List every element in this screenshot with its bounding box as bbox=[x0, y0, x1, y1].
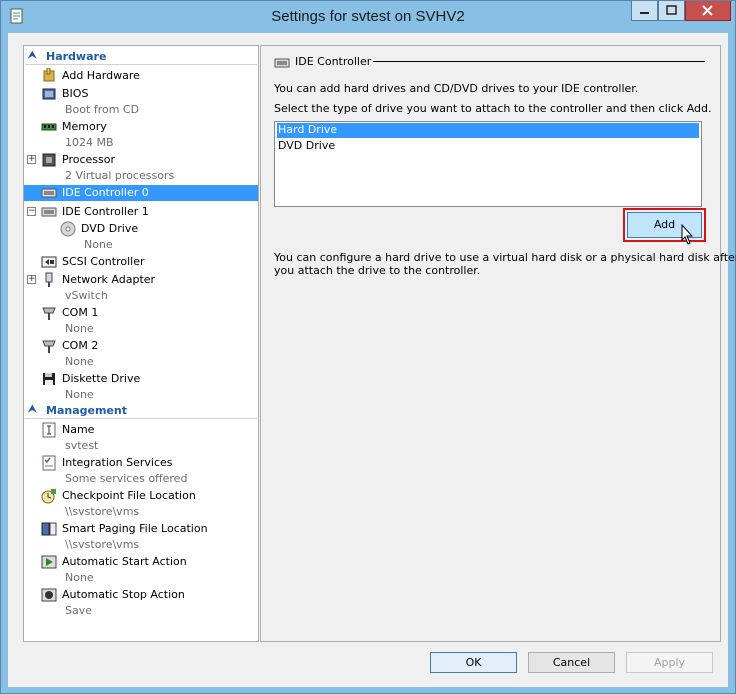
memory-value: 1024 MB bbox=[65, 136, 114, 149]
settings-tree[interactable]: ⮝ Hardware Add Hardware BIOS Boot from C… bbox=[23, 45, 259, 642]
memory-module-icon bbox=[41, 123, 57, 131]
list-item-dvd-drive[interactable]: DVD Drive bbox=[277, 139, 699, 154]
com-port-icon bbox=[42, 340, 56, 353]
smart-paging-file-location-value: \\svstore\vms bbox=[65, 538, 140, 551]
expand-plus-icon[interactable]: + bbox=[27, 155, 36, 164]
dialog-client-area: ⮝ Hardware Add Hardware BIOS Boot from C… bbox=[8, 33, 736, 687]
dvd-disc-icon bbox=[60, 221, 76, 237]
group-divider bbox=[373, 61, 705, 62]
automatic-start-action-value: None bbox=[65, 571, 94, 584]
bios-value: Boot from CD bbox=[65, 103, 140, 116]
close-icon bbox=[702, 5, 713, 16]
tree-item-com2[interactable]: COM 2 bbox=[24, 338, 258, 354]
scsi-controller-icon bbox=[41, 256, 57, 268]
tree-item-ide-controller-1[interactable]: − IDE Controller 1 bbox=[24, 204, 258, 220]
tree-item-automatic-stop-action[interactable]: Automatic Stop Action bbox=[24, 587, 258, 603]
ide-controller-icon bbox=[41, 188, 57, 198]
ide-controller-panel: IDE Controller You can add hard drives a… bbox=[260, 45, 736, 642]
minimize-button[interactable] bbox=[631, 1, 658, 21]
title-bar[interactable]: Settings for svtest on SVHV2 bbox=[1, 1, 735, 33]
tree-item-automatic-start-action[interactable]: Automatic Start Action bbox=[24, 554, 258, 570]
management-section-header[interactable]: ⮝ Management bbox=[25, 404, 257, 419]
automatic-stop-action-value: Save bbox=[65, 604, 93, 617]
network-adapter-value: vSwitch bbox=[65, 289, 108, 302]
processor-value: 2 Virtual processors bbox=[65, 169, 175, 182]
com-port-icon bbox=[42, 307, 56, 320]
maximize-icon bbox=[666, 5, 677, 15]
network-adapter-icon bbox=[45, 272, 53, 287]
settings-window: Settings for svtest on SVHV2 ⮝ Hardware … bbox=[0, 0, 736, 694]
apply-button[interactable]: Apply bbox=[626, 652, 713, 673]
note-line-2: you attach the drive to the controller. bbox=[274, 264, 481, 277]
diskette-icon bbox=[43, 373, 55, 385]
tree-item-processor[interactable]: + Processor bbox=[24, 152, 258, 168]
hardware-section-header[interactable]: ⮝ Hardware bbox=[25, 50, 257, 65]
tree-item-memory[interactable]: Memory bbox=[24, 119, 258, 135]
tree-item-integration-services[interactable]: Integration Services bbox=[24, 455, 258, 471]
mouse-pointer-icon bbox=[681, 224, 694, 245]
smart-paging-icon bbox=[41, 522, 57, 536]
instruction-text: Select the type of drive you want to att… bbox=[274, 102, 712, 115]
dvd-drive-value: None bbox=[84, 238, 113, 251]
expand-plus-icon[interactable]: + bbox=[27, 275, 36, 284]
com1-value: None bbox=[65, 322, 94, 335]
note-line-1: You can configure a hard drive to use a … bbox=[274, 251, 736, 264]
tree-item-ide-controller-0[interactable]: IDE Controller 0 bbox=[24, 185, 258, 201]
intro-text: You can add hard drives and CD/DVD drive… bbox=[274, 82, 639, 95]
tree-item-com1[interactable]: COM 1 bbox=[24, 305, 258, 321]
group-title: IDE Controller bbox=[295, 55, 372, 68]
tree-item-diskette-drive[interactable]: Diskette Drive bbox=[24, 371, 258, 387]
tree-item-checkpoint-file-location[interactable]: Checkpoint File Location bbox=[24, 488, 258, 504]
ide-controller-icon bbox=[41, 207, 57, 217]
window-title: Settings for svtest on SVHV2 bbox=[271, 8, 465, 25]
name-text-icon bbox=[42, 422, 56, 438]
automatic-start-icon bbox=[41, 555, 57, 569]
collapse-minus-icon[interactable]: − bbox=[27, 207, 36, 216]
add-hardware-icon bbox=[43, 68, 55, 82]
collapse-chevron-icon[interactable]: ⮝ bbox=[28, 404, 37, 415]
ide-controller-icon bbox=[274, 58, 290, 68]
close-button[interactable] bbox=[685, 1, 731, 21]
tree-item-dvd-drive[interactable]: DVD Drive bbox=[24, 221, 258, 237]
tree-item-name[interactable]: Name bbox=[24, 422, 258, 438]
checkpoint-icon bbox=[41, 489, 56, 504]
com2-value: None bbox=[65, 355, 94, 368]
drive-type-list[interactable]: Hard Drive DVD Drive bbox=[274, 121, 702, 207]
cancel-button[interactable]: Cancel bbox=[528, 652, 615, 673]
integration-services-value: Some services offered bbox=[65, 472, 188, 485]
maximize-button[interactable] bbox=[658, 1, 685, 21]
tree-item-smart-paging-file-location[interactable]: Smart Paging File Location bbox=[24, 521, 258, 537]
diskette-drive-value: None bbox=[65, 388, 94, 401]
integration-services-icon bbox=[42, 455, 56, 471]
bios-chip-icon bbox=[42, 88, 56, 100]
name-value: svtest bbox=[65, 439, 99, 452]
ok-button[interactable]: OK bbox=[430, 652, 517, 673]
processor-icon bbox=[42, 153, 56, 167]
tree-item-network-adapter[interactable]: + Network Adapter bbox=[24, 272, 258, 288]
list-item-hard-drive[interactable]: Hard Drive bbox=[277, 123, 699, 138]
tree-item-add-hardware[interactable]: Add Hardware bbox=[24, 68, 258, 84]
checkpoint-file-location-value: \\svstore\vms bbox=[65, 505, 140, 518]
tree-item-scsi-controller[interactable]: SCSI Controller bbox=[24, 254, 258, 270]
automatic-stop-icon bbox=[41, 588, 57, 602]
tree-item-bios[interactable]: BIOS bbox=[24, 86, 258, 102]
minimize-icon bbox=[640, 12, 649, 14]
collapse-chevron-icon[interactable]: ⮝ bbox=[28, 50, 37, 61]
